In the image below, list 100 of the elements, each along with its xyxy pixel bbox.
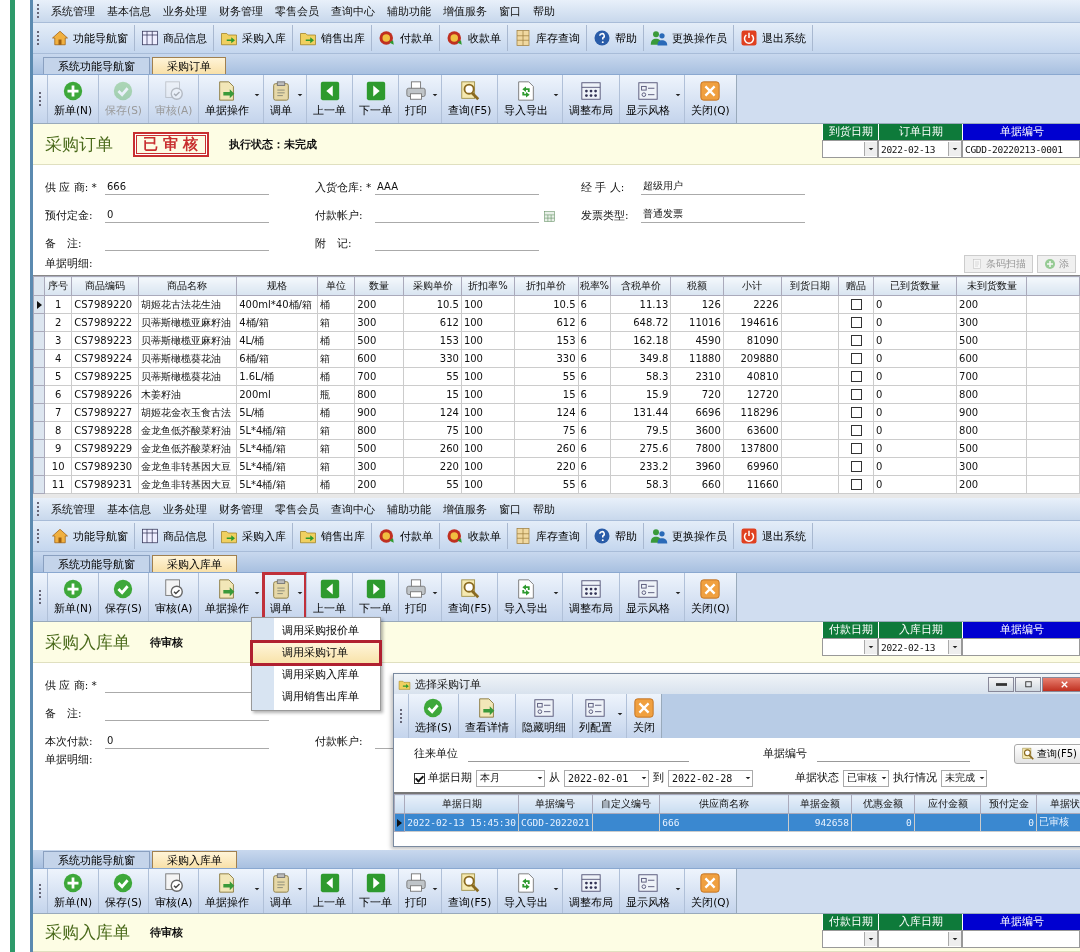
period-select[interactable]: 本月 [476, 769, 545, 787]
checkbox[interactable] [850, 371, 862, 383]
menu-item[interactable]: 增值服务 [437, 1, 493, 21]
input-field[interactable]: 0 [105, 206, 269, 223]
tab[interactable]: 采购入库单 [152, 851, 237, 869]
quick-button[interactable]: 帮助 [587, 25, 644, 51]
checkbox[interactable] [850, 299, 862, 311]
menu-item[interactable]: 调用采购入库单 [252, 664, 380, 686]
maximize-button[interactable] [1015, 676, 1041, 692]
input-field[interactable]: 666 [105, 178, 269, 195]
toolbar-button[interactable]: 查询(F5) [442, 869, 498, 914]
tab[interactable]: 采购入库单 [152, 555, 237, 572]
quick-button[interactable]: 收款单 [440, 523, 508, 549]
checkbox[interactable] [850, 335, 862, 347]
checkbox[interactable] [850, 425, 862, 437]
input-field[interactable]: AAA [375, 178, 539, 195]
toolbar-button[interactable]: 调整布局 [563, 869, 620, 914]
date-field[interactable]: 2022-02-13 [878, 638, 962, 656]
quick-button[interactable]: 收款单 [440, 25, 508, 51]
quick-button[interactable]: 商品信息 [135, 523, 214, 549]
toolbar-button[interactable]: 查询(F5) [442, 573, 498, 621]
date-field[interactable] [822, 140, 878, 158]
toolbar-button[interactable]: 选择(S) [409, 694, 458, 738]
menu-item[interactable]: 增值服务 [437, 499, 493, 519]
menu-item[interactable]: 零售会员 [269, 1, 325, 21]
toolbar-button[interactable]: 隐藏明细 [515, 694, 572, 738]
quick-button[interactable]: 退出系统 [734, 25, 813, 51]
close-button[interactable] [1042, 676, 1080, 692]
date-field[interactable]: 2022-02-13 [878, 140, 962, 158]
toolbar-button[interactable]: 关闭(Q) [685, 869, 736, 914]
toolbar-button[interactable]: 导入导出 [498, 573, 563, 621]
date-field[interactable]: CGDD-20220213-0001 [962, 140, 1080, 158]
toolbar-button[interactable]: 调单 [264, 75, 307, 123]
menu-item[interactable]: 帮助 [527, 1, 561, 21]
toolbar-button[interactable]: 下一单 [353, 869, 399, 914]
toolbar-button[interactable]: 打印 [399, 869, 442, 914]
toolbar-button[interactable]: 审核(A) [148, 573, 199, 621]
tab[interactable]: 采购订单 [152, 57, 226, 74]
menu-item[interactable]: 调用采购订单 [252, 642, 380, 664]
checkbox[interactable] [850, 407, 862, 419]
toolbar-button[interactable]: 关闭(Q) [685, 75, 736, 123]
date-field[interactable] [962, 638, 1080, 656]
toolbar-button[interactable]: 显示风格 [620, 869, 685, 914]
date-field[interactable]: 2022-02-01 [564, 769, 649, 787]
menu-item[interactable]: 查询中心 [325, 499, 381, 519]
tab[interactable]: 系统功能导航窗 [43, 57, 150, 74]
status-select[interactable]: 未完成 [941, 769, 987, 787]
toolbar-button[interactable]: 查询(F5) [442, 75, 498, 123]
toolbar-button[interactable]: 查看详情 [458, 694, 515, 738]
menu-item[interactable]: 窗口 [493, 1, 527, 21]
toolbar-button[interactable]: 保存(S) [99, 573, 148, 621]
tab[interactable]: 系统功能导航窗 [43, 851, 150, 869]
toolbar-button[interactable]: 导入导出 [498, 75, 563, 123]
toolbar-button[interactable]: 关闭(Q) [685, 573, 736, 621]
menu-item[interactable]: 窗口 [493, 499, 527, 519]
date-field[interactable] [822, 638, 878, 656]
checkbox[interactable] [850, 389, 862, 401]
quick-button[interactable]: 付款单 [372, 523, 440, 549]
toolbar-button[interactable]: 审核(A) [148, 869, 199, 914]
status-select[interactable]: 已审核 [843, 769, 889, 787]
toolbar-button[interactable]: 调整布局 [563, 573, 620, 621]
checkbox[interactable] [850, 353, 862, 365]
toolbar-button[interactable]: 显示风格 [620, 75, 685, 123]
menu-item[interactable]: 辅助功能 [381, 1, 437, 21]
toolbar-button[interactable]: 关闭 [626, 694, 661, 738]
quick-button[interactable]: 退出系统 [734, 523, 813, 549]
menu-item[interactable]: 零售会员 [269, 499, 325, 519]
toolbar-button[interactable]: 单据操作 [199, 573, 264, 621]
menu-item[interactable]: 辅助功能 [381, 499, 437, 519]
menu-item[interactable]: 调用采购报价单 [252, 620, 380, 642]
quick-button[interactable]: 功能导航窗 [45, 523, 135, 549]
toolbar-button[interactable]: 新单(N) [48, 573, 99, 621]
menu-item[interactable]: 调用销售出库单 [252, 686, 380, 708]
menu-item[interactable]: 系统管理 [45, 1, 101, 21]
toolbar-button[interactable]: 显示风格 [620, 573, 685, 621]
quick-button[interactable]: 付款单 [372, 25, 440, 51]
date-field[interactable]: 2022-02-28 [668, 769, 753, 787]
date-field[interactable] [962, 930, 1080, 949]
toolbar-button[interactable]: 导入导出 [498, 869, 563, 914]
checkbox[interactable] [850, 317, 862, 329]
quick-button[interactable]: 帮助 [587, 523, 644, 549]
checkbox[interactable] [850, 479, 862, 491]
checkbox[interactable] [850, 461, 862, 473]
quick-button[interactable]: 库存查询 [508, 25, 587, 51]
query-button[interactable]: 查询(F5) [1014, 744, 1080, 764]
input-field[interactable]: 普通发票 [641, 206, 805, 223]
menu-item[interactable]: 帮助 [527, 499, 561, 519]
tab[interactable]: 系统功能导航窗 [43, 555, 150, 572]
quick-button[interactable]: 销售出库 [293, 523, 372, 549]
menu-item[interactable]: 基本信息 [101, 499, 157, 519]
toolbar-button[interactable]: 上一单 [307, 869, 353, 914]
menu-item[interactable]: 业务处理 [157, 1, 213, 21]
quick-button[interactable]: 更换操作员 [644, 523, 734, 549]
date-field[interactable] [878, 930, 962, 949]
quick-button[interactable]: 更换操作员 [644, 25, 734, 51]
toolbar-button[interactable]: 新单(N) [48, 869, 99, 914]
checkbox[interactable] [414, 772, 425, 784]
minimize-button[interactable] [988, 676, 1014, 692]
toolbar-button[interactable]: 单据操作 [199, 75, 264, 123]
toolbar-button[interactable]: 打印 [399, 75, 442, 123]
